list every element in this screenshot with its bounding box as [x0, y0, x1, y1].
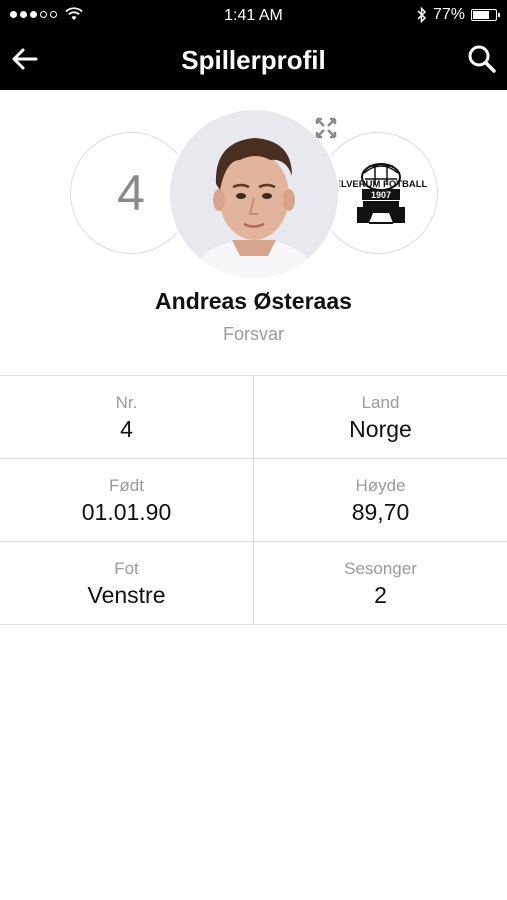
jersey-number: 4	[117, 165, 145, 221]
stats-row: Nr. 4 Land Norge	[0, 376, 507, 459]
stat-value: 01.01.90	[81, 499, 172, 525]
stat-height: Høyde 89,70	[254, 459, 507, 541]
stat-label: Nr.	[115, 393, 138, 412]
svg-text:ELVERUM FOTBALL: ELVERUM FOTBALL	[335, 179, 428, 190]
stat-seasons: Sesonger 2	[254, 542, 507, 624]
stat-label: Land	[361, 393, 400, 412]
stat-label: Fot	[114, 559, 139, 578]
status-right: 77%	[417, 6, 500, 24]
search-icon[interactable]	[465, 42, 499, 76]
stat-value: 4	[120, 416, 133, 442]
status-bar: 1:41 AM 77%	[0, 0, 507, 32]
stat-born: Født 01.01.90	[0, 459, 254, 541]
stats-table: Nr. 4 Land Norge Født 01.01.90 Høyde 89,…	[0, 375, 507, 625]
player-position: Forsvar	[222, 324, 284, 344]
stat-label: Født	[109, 476, 144, 495]
bluetooth-icon	[417, 7, 427, 23]
stat-number: Nr. 4	[0, 376, 254, 458]
nav-bar: Spillerprofil	[0, 32, 507, 90]
stat-label: Høyde	[355, 476, 406, 495]
player-name: Andreas Østeraas	[155, 288, 352, 314]
stat-value: 2	[374, 582, 387, 608]
stat-value: 89,70	[351, 499, 410, 525]
stat-value: Venstre	[87, 582, 166, 608]
stat-value: Norge	[349, 416, 412, 442]
stats-row: Født 01.01.90 Høyde 89,70	[0, 459, 507, 542]
svg-text:1907: 1907	[371, 190, 391, 200]
expand-icon[interactable]	[315, 117, 337, 139]
stats-row: Fot Venstre Sesonger 2	[0, 542, 507, 625]
stat-label: Sesonger	[344, 559, 417, 578]
player-photo	[170, 110, 338, 278]
player-avatar[interactable]	[170, 110, 338, 278]
battery-percent: 77%	[432, 6, 465, 23]
stat-foot: Fot Venstre	[0, 542, 254, 624]
stat-country: Land Norge	[254, 376, 507, 458]
page-title: Spillerprofil	[181, 45, 326, 75]
battery-icon	[471, 9, 500, 21]
